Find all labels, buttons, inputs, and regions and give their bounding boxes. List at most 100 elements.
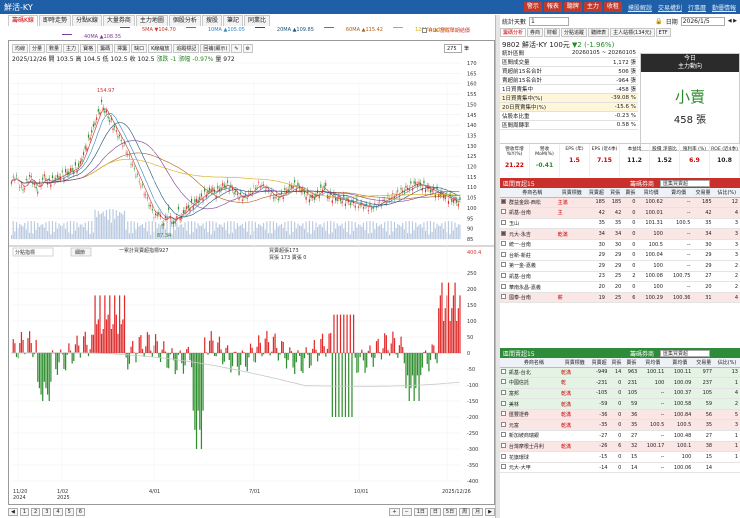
right-tab-3[interactable]: 分點追蹤 [561, 28, 588, 37]
row-checkbox[interactable] [501, 241, 507, 247]
cell-name[interactable]: 元大-大甲 [506, 462, 561, 474]
row-check[interactable] [500, 228, 508, 240]
row-checkbox[interactable] [500, 453, 506, 459]
chart-canvas[interactable]: 170 165 160 155 150 145 140 135 130 125 120 115 110 1… [9, 41, 496, 506]
cell-name[interactable]: 國泰-台南 [507, 292, 558, 304]
col-header[interactable]: 買張 [609, 358, 624, 368]
tab-7[interactable]: 筆記 [222, 15, 243, 26]
cell-name[interactable]: 匯豐證券 [506, 409, 561, 421]
row-check[interactable] [500, 377, 507, 389]
tab-3[interactable]: 大量券商 [102, 15, 135, 26]
row-check[interactable] [500, 398, 507, 410]
chart-tool-6[interactable]: 擇籌 [114, 44, 131, 53]
right-tab-6[interactable]: ETF [655, 28, 671, 37]
row-checkbox[interactable] [500, 379, 506, 385]
row-check[interactable] [500, 249, 508, 262]
table-row[interactable]: 新加坡商瑞銀 -27 0 27 -- 100.48 27 1 [500, 430, 740, 442]
row-checkbox[interactable] [501, 283, 507, 289]
page-3[interactable]: 3 [42, 507, 52, 516]
col-header[interactable]: 買賣超 [585, 188, 607, 198]
cell-name[interactable]: 美林 [506, 398, 561, 410]
row-checkbox[interactable] [501, 251, 507, 257]
cell-name[interactable]: 新加坡商瑞銀 [506, 430, 561, 442]
col-header[interactable]: 買賣標籤 [557, 188, 586, 198]
rent-button[interactable]: 收租 [603, 2, 622, 12]
tab-8[interactable]: 同業比 [243, 15, 270, 26]
page-1[interactable]: 1 [19, 507, 30, 516]
col-header[interactable]: 佔比(%) [714, 358, 740, 368]
col-header[interactable]: 佔比(%) [713, 188, 740, 198]
table-row[interactable]: 凱基-台北 乾滿 -949 14 963 100.11 100.11 977 13 [500, 367, 740, 379]
right-tab-0[interactable]: 籌碼分析 [500, 28, 527, 37]
right-tab-1[interactable]: 券商 [527, 28, 544, 37]
alert-button[interactable]: 警示 [523, 2, 542, 12]
table-row[interactable]: 台新-新莊 29 29 0 100.04 -- 29 3 [500, 249, 740, 262]
table-row[interactable]: 中國信託乾 -231 0 231 100 100.09 237 1 [500, 377, 740, 389]
chart-tool-9[interactable]: 追蹤標記 [173, 44, 200, 53]
period-3[interactable]: 周 [459, 507, 471, 516]
col-header[interactable]: 券商名稱 [506, 358, 561, 368]
col-header[interactable]: 賣張 [623, 188, 638, 198]
row-checkbox[interactable] [500, 442, 506, 448]
buy-source-select[interactable]: 匯集買賣超 [660, 179, 710, 187]
table-row[interactable]: 凱基-台南主 42 42 0 100.01 -- 42 4 [500, 207, 740, 219]
table-row[interactable]: 匯豐證券 乾滿 -36 0 36 -- 100.84 56 5 [500, 409, 740, 421]
col-header[interactable]: 賣均價 [666, 358, 694, 368]
row-check[interactable] [500, 430, 507, 442]
col-header[interactable]: 買均價 [639, 358, 667, 368]
days-select[interactable]: 1 [529, 16, 570, 26]
row-check[interactable] [500, 388, 507, 400]
row-checkbox[interactable] [500, 389, 506, 395]
table-row[interactable]: 國泰-台南薪 19 25 6 100.29 100.36 31 4 [500, 292, 740, 304]
calendar-arrow-icon[interactable]: ◀ ▶ [728, 18, 737, 24]
col-header[interactable]: 買均價 [637, 188, 665, 198]
row-check[interactable] [500, 281, 508, 293]
page-4[interactable]: 4 [53, 507, 63, 516]
tab-1[interactable]: 即時走勢 [38, 15, 71, 26]
right-tab-4[interactable]: 聽牌表 [588, 28, 610, 37]
row-checkbox[interactable] [501, 294, 507, 300]
tab-2[interactable]: 分點K線 [71, 15, 102, 26]
col-header[interactable]: 交易量 [692, 188, 714, 198]
tab-6[interactable]: 搜股 [201, 15, 222, 26]
report-button[interactable]: 報表 [543, 2, 562, 12]
row-checkbox[interactable] [500, 464, 506, 470]
chart-tool-8[interactable]: K線縮放 [148, 44, 173, 53]
table-row[interactable]: 花旗環球 -15 0 15 -- 100 15 1 [500, 451, 740, 463]
roc-checkbox[interactable] [422, 28, 427, 33]
row-check[interactable] [500, 451, 507, 463]
link-calendar[interactable]: 行事曆 [688, 3, 706, 12]
table-row[interactable]: 台灣摩根士丹利 乾滿 -26 6 32 100.17 100.1 38 1 [500, 441, 740, 453]
col-header[interactable]: 券商名稱 [507, 188, 558, 198]
pencil-icon[interactable]: ✎ [231, 44, 242, 53]
cell-name[interactable]: 統一-台南 [507, 239, 558, 251]
table-row[interactable]: 群益金鼎-西松 主滿 185 185 0 100.62 -- 185 12 [500, 197, 740, 209]
col-header[interactable]: 買賣標籤 [560, 358, 589, 368]
col-header[interactable]: 賣均價 [664, 188, 693, 198]
cell-name[interactable]: 凱基-台南 [507, 207, 558, 219]
tab-0[interactable]: 籌碼K線 [8, 15, 38, 26]
chart-tool-7[interactable]: 缺口 [131, 44, 148, 53]
row-checkbox[interactable] [500, 411, 506, 417]
date-input[interactable]: 2026/1/5 [680, 16, 725, 26]
row-check[interactable] [500, 441, 507, 453]
table-row[interactable]: 元富 乾滿 -35 0 35 100.5 100.5 35 3 [500, 419, 740, 432]
chart-tool-4[interactable]: 寶格 [80, 44, 97, 53]
right-tab-5[interactable]: 主人站標(134元) [610, 28, 655, 37]
chart-tool-1[interactable]: 分量 [29, 44, 46, 53]
cell-name[interactable]: 中國信託 [506, 377, 561, 389]
cell-name[interactable]: 花旗環球 [506, 451, 561, 463]
row-check[interactable] [500, 260, 508, 272]
col-header[interactable]: 賣張 [623, 358, 640, 368]
row-checkbox[interactable] [501, 230, 507, 236]
cell-name[interactable]: 玉山 [507, 218, 558, 230]
cell-name[interactable]: 台新-新莊 [507, 249, 558, 262]
link-explain[interactable]: 摸股解說 [628, 3, 652, 12]
row-check[interactable] [500, 271, 508, 283]
cell-name[interactable]: 華南永昌-嘉義 [507, 281, 558, 293]
period-2[interactable]: 5日 [442, 507, 458, 516]
table-row[interactable]: 華南永昌-嘉義 20 20 0 100 -- 20 2 [500, 281, 740, 293]
period-1[interactable]: 日 [429, 507, 441, 516]
cell-name[interactable]: 群益金鼎-西松 [507, 197, 558, 209]
period-4[interactable]: 月 [472, 507, 484, 516]
